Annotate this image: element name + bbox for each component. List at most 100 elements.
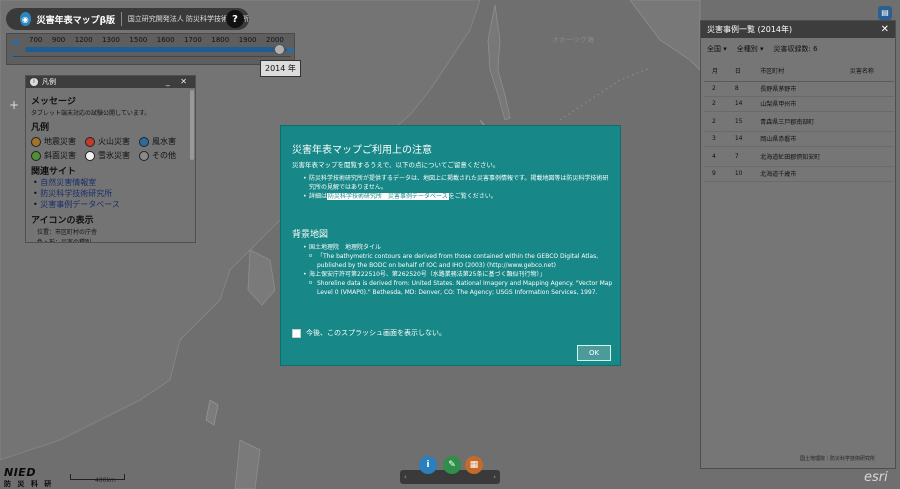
- basemap-list: 国土地理院 地理院タイル 「The bathymetric contours a…: [303, 243, 613, 297]
- table-row[interactable]: 4 7 北海道虻田郡倶知安町: [704, 146, 894, 167]
- slider-tick-label: 1900: [238, 36, 257, 44]
- close-icon[interactable]: ✕: [881, 24, 889, 35]
- legend-heading: 凡例: [31, 123, 50, 133]
- legend-item: 風水害: [139, 136, 193, 147]
- tools-button-icon[interactable]: ✎: [443, 456, 461, 474]
- legend-item: 地震災害: [31, 136, 85, 147]
- disaster-list-title: 災害事例一覧 (2014年): [707, 25, 793, 34]
- table-cell-month: 2: [704, 111, 727, 132]
- column-header[interactable]: 日: [726, 61, 753, 82]
- slider-track[interactable]: [25, 47, 287, 52]
- basemap-subitem: 「The bathymetric contours are derived fr…: [303, 252, 613, 270]
- slider-tick-label: 1800: [211, 36, 230, 44]
- table-row[interactable]: 2 8 長野県茅野市: [704, 81, 894, 97]
- slider-tick-label: 2000: [266, 36, 284, 44]
- grid-button-icon[interactable]: ▦: [465, 456, 483, 474]
- zoom-in-button[interactable]: +: [7, 98, 21, 112]
- legend-header: i 凡例 _ ✕: [26, 76, 195, 88]
- legend-panel: i 凡例 _ ✕ メッセージ タブレット端末対応の試験公開しています。 凡例 地…: [25, 75, 196, 243]
- related-site-link[interactable]: 災害事例データベース: [33, 199, 190, 210]
- legend-scrollbar[interactable]: [190, 90, 194, 160]
- current-year-badge: 2014 年: [260, 60, 301, 77]
- hide-splash-option[interactable]: 今後、このスプラッシュ画面を表示しない。: [292, 328, 446, 338]
- icon-heading: アイコンの表示: [31, 216, 94, 226]
- slider-tick-label: 1700: [184, 36, 202, 44]
- legend-item: その他: [139, 150, 193, 161]
- table-cell-month: 4: [704, 146, 727, 167]
- column-header[interactable]: 市区町村: [752, 61, 842, 82]
- table-cell-city: 北海道千歳市: [752, 166, 842, 182]
- table-cell-day: 10: [726, 166, 753, 182]
- legend-swatch-icon: [85, 136, 95, 147]
- table-cell-name: [841, 111, 894, 132]
- hide-splash-label: 今後、このスプラッシュ画面を表示しない。: [306, 329, 446, 337]
- legend-swatch-icon: [139, 150, 149, 161]
- splash-dialog: 災害年表マップご利用上の注意 災害年表マップを閲覧するうえで、以下の点についてご…: [280, 125, 621, 366]
- legend-window-controls[interactable]: _ ✕: [166, 77, 191, 86]
- info-icon: i: [30, 78, 38, 86]
- table-cell-day: 8: [726, 81, 753, 97]
- dialog-title: 災害年表マップご利用上の注意: [292, 145, 432, 156]
- related-site-link[interactable]: 防災科学技術研究所: [33, 188, 190, 199]
- basemap-heading: 背景地図: [292, 230, 329, 240]
- type-filter[interactable]: 全種別 ▾: [737, 44, 764, 54]
- table-cell-month: 9: [704, 166, 727, 182]
- slider-tick-label: 1500: [129, 36, 148, 44]
- legend-item-label: 斜面災害: [44, 151, 76, 160]
- slider-thumb[interactable]: [274, 44, 286, 55]
- icon-description: 色・形：災害の種別: [37, 239, 92, 243]
- slider-ticks: 700 900 1200 1300 1500 1600 1700 1800 1900 2000: [29, 36, 284, 44]
- hide-splash-checkbox[interactable]: [292, 328, 301, 338]
- legend-item-label: 火山災害: [98, 137, 130, 146]
- legend-swatch-icon: [31, 150, 41, 161]
- links-heading: 関連サイト: [31, 167, 77, 177]
- table-row[interactable]: 2 15 青森県三戸郡南部町: [704, 111, 894, 132]
- help-button[interactable]: ?: [226, 10, 244, 28]
- table-cell-name: [841, 131, 894, 147]
- legend-links: 自然災害情報室防災科学技術研究所災害事例データベース: [31, 177, 190, 210]
- table-cell-city: 長野県茅野市: [752, 81, 842, 97]
- column-header[interactable]: 災害名称: [841, 61, 894, 82]
- region-filter[interactable]: 全国 ▾: [707, 44, 727, 54]
- table-row[interactable]: 3 14 岡山県赤磐市: [704, 131, 894, 147]
- related-site-link[interactable]: 自然災害情報室: [33, 177, 190, 188]
- legend-title: 凡例: [42, 78, 56, 86]
- slider-tick-label: 1600: [156, 36, 175, 44]
- title-divider: [121, 12, 122, 26]
- legend-item: 斜面災害: [31, 150, 85, 161]
- scale-label: 400km: [95, 477, 116, 484]
- next-page-icon[interactable]: ›: [493, 473, 496, 481]
- time-slider[interactable]: ◀ ⏮ 700 900 1200 1300 1500 1600 1700 1800 1900 20…: [6, 33, 295, 65]
- prev-icon[interactable]: ‹: [404, 473, 407, 481]
- table-row[interactable]: 9 10 北海道千歳市: [704, 166, 894, 182]
- table-cell-name: [841, 96, 894, 112]
- column-header[interactable]: 月: [704, 61, 727, 82]
- app-title-bar: ◉ 災害年表マップβ版 国立研究開発法人 防災科学技術研究所: [6, 8, 249, 30]
- okhotsk-label: オホーツク海: [552, 36, 594, 44]
- slider-tick-label: 900: [51, 36, 66, 44]
- info-button-icon[interactable]: i: [419, 456, 437, 474]
- database-link[interactable]: 防災科学技術研究所 災害事例データベース: [327, 193, 449, 200]
- table-cell-name: [841, 81, 894, 97]
- table-cell-city: 岡山県赤磐市: [752, 131, 842, 147]
- legend-item: 雪氷災害: [85, 150, 139, 161]
- layers-icon[interactable]: ▤: [878, 6, 892, 20]
- slider-range-bar: [13, 56, 291, 62]
- table-cell-city: 山梨県甲州市: [752, 96, 842, 112]
- esri-logo: esri: [864, 470, 888, 485]
- legend-item: 火山災害: [85, 136, 139, 147]
- count-label: 災害収録数: 6: [773, 45, 818, 53]
- nied-logo-main: NIED: [4, 466, 36, 479]
- slider-tick-label: 1200: [74, 36, 93, 44]
- basemap-item: 海上保安庁許可第222510号、第262520号（水路業務法第25条に基づく類似…: [303, 270, 613, 279]
- play-icon[interactable]: ◀: [10, 37, 20, 47]
- app-logo-icon: ◉: [20, 12, 31, 26]
- table-row[interactable]: 2 14 山梨県甲州市: [704, 96, 894, 112]
- disaster-table: 月日市区町村 災害名称 2 8 長野県茅野市 2 14 山梨県甲州市 2 15 青森県三戸郡南部町…: [704, 61, 894, 182]
- next-icon[interactable]: ▶: [287, 45, 297, 55]
- basemap-item: 国土地理院 地理院タイル: [303, 243, 613, 252]
- slider-tick-label: 1300: [102, 36, 120, 44]
- basemap-subitem: Shoreline data is derived from: United S…: [303, 279, 613, 297]
- table-cell-city: 北海道虻田郡倶知安町: [752, 146, 842, 167]
- ok-button[interactable]: OK: [577, 345, 611, 361]
